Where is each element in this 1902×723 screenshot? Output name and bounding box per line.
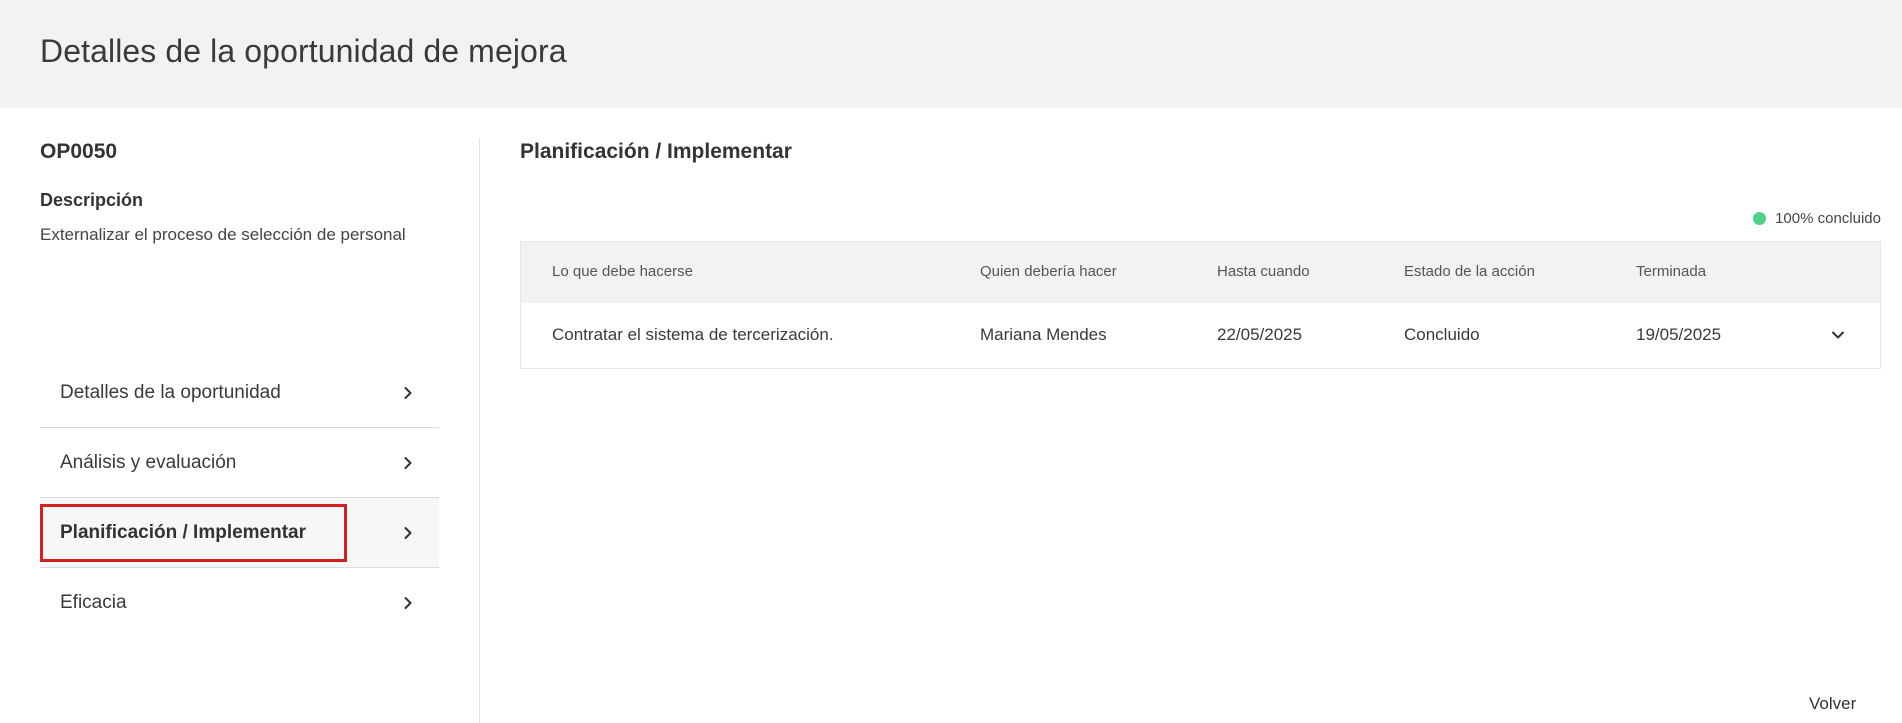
column-header: Terminada — [1636, 263, 1707, 280]
opportunity-code: OP0050 — [40, 140, 118, 163]
section-nav: Detalles de la oportunidad Análisis y ev… — [40, 358, 439, 638]
actions-table: Lo que debe hacerse Quien debería hacer … — [520, 241, 1881, 369]
table-cell: Concluido — [1404, 325, 1480, 344]
column-header: Quien debería hacer — [980, 263, 1117, 280]
table-cell: 19/05/2025 — [1636, 325, 1722, 344]
main-panel: Planificación / Implementar 100% conclui… — [520, 108, 1881, 723]
column-header: Lo que debe hacerse — [552, 263, 693, 280]
chevron-right-icon — [401, 386, 415, 400]
table-cell: Contratar el sistema de tercerización. — [552, 325, 834, 344]
progress-indicator: 100% concluido — [1753, 210, 1881, 227]
chevron-right-icon — [401, 526, 415, 540]
status-dot-icon — [1753, 212, 1767, 225]
nav-item-label: Eficacia — [60, 592, 127, 613]
nav-item-label: Detalles de la oportunidad — [60, 381, 281, 403]
panel-divider — [479, 138, 480, 723]
left-panel: OP0050 Descripción Externalizar el proce… — [40, 108, 440, 723]
description-title: Descripción — [40, 190, 144, 210]
page-header: Detalles de la oportunidad de mejora — [0, 0, 1902, 108]
chevron-down-icon[interactable] — [1830, 327, 1846, 343]
table-cell: 22/05/2025 — [1217, 325, 1303, 344]
nav-item-details[interactable]: Detalles de la oportunidad — [40, 358, 439, 428]
description-text: Externalizar el proceso de selección de … — [40, 225, 406, 244]
column-header: Hasta cuando — [1217, 263, 1310, 280]
back-button[interactable]: Volver — [1809, 694, 1856, 714]
table-header: Lo que debe hacerse Quien debería hacer … — [521, 242, 1880, 303]
page-title: Detalles de la oportunidad de mejora — [40, 33, 567, 69]
table-row[interactable]: Contratar el sistema de tercerización. M… — [521, 303, 1880, 368]
section-title: Planificación / Implementar — [520, 140, 792, 163]
nav-item-analysis[interactable]: Análisis y evaluación — [40, 428, 439, 498]
nav-item-efficacy[interactable]: Eficacia — [40, 568, 439, 638]
column-header: Estado de la acción — [1404, 263, 1535, 280]
progress-label: 100% concluido — [1775, 210, 1881, 227]
chevron-right-icon — [401, 456, 415, 470]
nav-item-planning[interactable]: Planificación / Implementar — [40, 498, 439, 568]
nav-item-label: Análisis y evaluación — [60, 451, 237, 473]
table-cell: Mariana Mendes — [980, 325, 1107, 344]
chevron-right-icon — [401, 596, 415, 610]
nav-item-label: Planificación / Implementar — [60, 521, 307, 543]
